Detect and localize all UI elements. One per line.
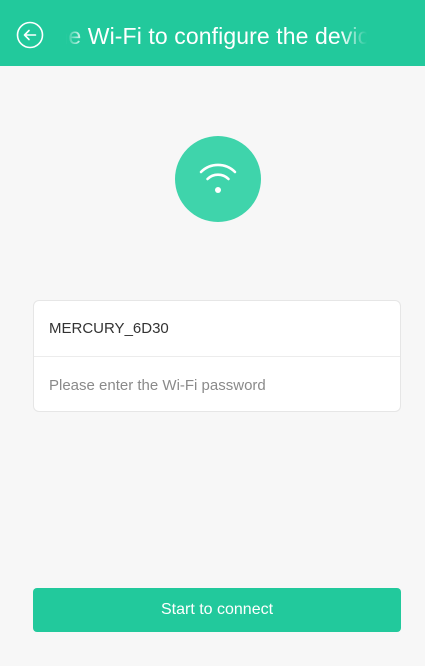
wifi-password-input[interactable] xyxy=(49,358,379,412)
back-button[interactable] xyxy=(16,21,44,49)
title-fade-left xyxy=(66,0,84,66)
wifi-badge xyxy=(175,136,261,222)
back-arrow-circle-icon xyxy=(16,21,44,49)
top-app-bar: Select the Wi-Fi to configure the device xyxy=(0,0,425,66)
wifi-ssid-row[interactable]: MERCURY_6D30 xyxy=(34,301,400,357)
wifi-form-card: MERCURY_6D30 xyxy=(33,300,401,412)
page-title: Select the Wi-Fi to configure the device xyxy=(66,23,367,49)
wifi-icon xyxy=(199,163,237,193)
wifi-ssid: MERCURY_6D30 xyxy=(49,320,169,337)
page-title-marquee: Select the Wi-Fi to configure the device xyxy=(66,0,367,66)
start-connect-button[interactable]: Start to connect xyxy=(33,588,401,632)
title-fade-right xyxy=(341,0,367,66)
